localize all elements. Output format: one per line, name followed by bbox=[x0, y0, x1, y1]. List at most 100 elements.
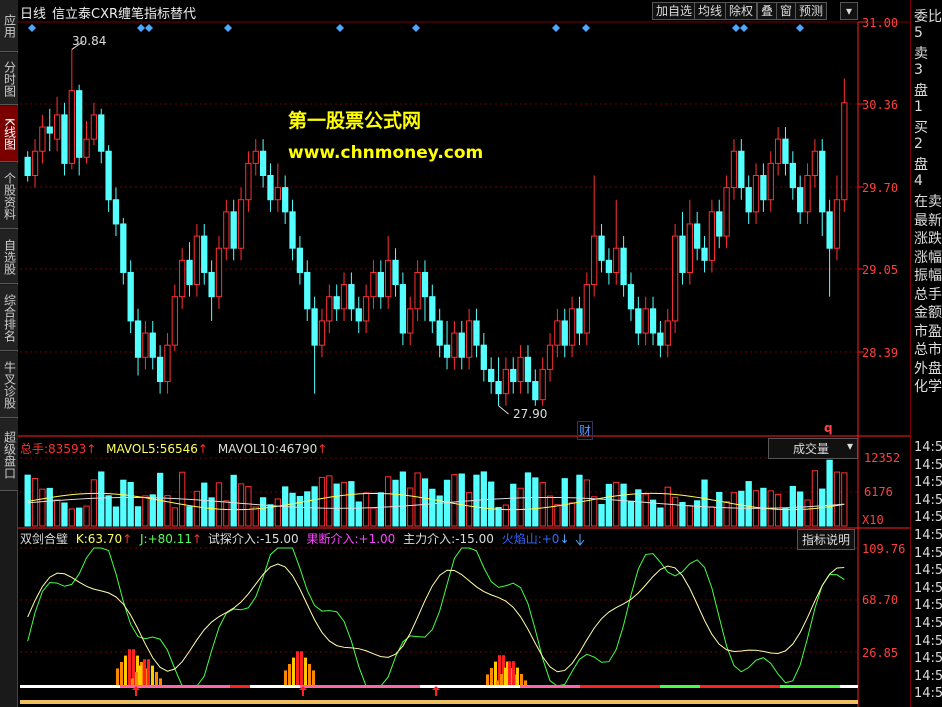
candlestick-series bbox=[24, 40, 848, 415]
quote-field: 外盘 bbox=[914, 360, 942, 377]
candle-body bbox=[414, 271, 421, 310]
chart-canvas[interactable] bbox=[0, 0, 942, 707]
volume-bar bbox=[841, 472, 848, 527]
q-marker[interactable]: q bbox=[824, 421, 833, 435]
quote-field: 涨跌 bbox=[914, 231, 942, 247]
financial-event-marker[interactable]: 财 bbox=[577, 421, 594, 440]
candle-body bbox=[105, 150, 112, 201]
candle-body bbox=[112, 199, 120, 225]
signal-band bbox=[250, 685, 300, 688]
candle-body bbox=[304, 271, 311, 310]
volume-bar bbox=[90, 479, 98, 527]
flame-bar bbox=[508, 661, 511, 686]
indicator-name: 双剑合璧 bbox=[20, 532, 69, 546]
candle-body bbox=[215, 247, 223, 298]
candle-body bbox=[61, 114, 68, 164]
volume-bar bbox=[502, 504, 510, 527]
candle-body bbox=[642, 308, 649, 334]
quote-field: 卖 bbox=[914, 46, 928, 62]
volume-unit: X10 bbox=[862, 513, 884, 527]
candle-body bbox=[385, 259, 392, 298]
candle-body bbox=[237, 199, 245, 249]
tick-time: 14:5 bbox=[914, 545, 942, 561]
candle-body bbox=[804, 174, 811, 213]
volume-bar bbox=[53, 499, 61, 527]
quote-field: 委比 bbox=[914, 9, 942, 25]
candle-body bbox=[24, 156, 31, 176]
flame-bar bbox=[143, 659, 146, 686]
j-label: J: bbox=[140, 532, 148, 546]
volume-bar bbox=[671, 496, 679, 527]
volume-bar bbox=[591, 496, 598, 527]
volume-bar bbox=[46, 487, 53, 527]
candle-body bbox=[657, 332, 664, 346]
volume-bar bbox=[451, 474, 458, 527]
volume-indicator-select[interactable]: 成交量 ▾ bbox=[768, 438, 858, 459]
volume-bar bbox=[458, 473, 465, 527]
candle-body bbox=[370, 271, 377, 298]
candle-body bbox=[620, 247, 627, 286]
candle-body bbox=[605, 259, 613, 273]
candle-body bbox=[458, 332, 465, 358]
price-tick: 29.05 bbox=[862, 263, 899, 277]
quote-field: 涨幅 bbox=[914, 249, 942, 266]
candle-body bbox=[532, 381, 539, 401]
flame-value: +0 bbox=[541, 532, 560, 546]
candle-body bbox=[686, 223, 693, 273]
candle-body bbox=[267, 174, 274, 201]
volume-bar bbox=[701, 479, 708, 527]
candle-body bbox=[635, 308, 642, 334]
volume-bar bbox=[230, 474, 237, 527]
candle-body bbox=[502, 368, 510, 395]
volume-bar bbox=[245, 486, 252, 527]
candle-body bbox=[208, 271, 215, 298]
volume-bar bbox=[385, 476, 392, 527]
volume-bar bbox=[274, 498, 281, 527]
tick-time: 14:5 bbox=[914, 598, 942, 614]
signal-diamond bbox=[582, 24, 590, 32]
candle-body bbox=[708, 211, 716, 261]
volume-bar bbox=[429, 488, 436, 527]
quote-field: 金额 bbox=[914, 305, 942, 321]
candle-body bbox=[223, 211, 230, 249]
price-tick: 31.00 bbox=[862, 16, 899, 30]
signal-band bbox=[300, 685, 420, 688]
quote-field: 在卖 bbox=[914, 194, 942, 210]
volume-bar bbox=[414, 472, 421, 527]
candle-body bbox=[495, 381, 502, 395]
volume-bar bbox=[377, 492, 384, 527]
candle-body bbox=[583, 284, 590, 334]
quote-field: 总市 bbox=[914, 342, 942, 358]
candle-body bbox=[245, 162, 252, 201]
volume-bar bbox=[215, 482, 223, 527]
volume-bar bbox=[171, 507, 178, 527]
candle-body bbox=[576, 308, 583, 334]
volume-bar bbox=[142, 495, 149, 527]
volume-bar bbox=[340, 481, 348, 527]
price-tick: 30.36 bbox=[862, 98, 899, 112]
flame-bar bbox=[504, 667, 507, 686]
decisive-entry-value: +1.00 bbox=[358, 532, 396, 546]
decisive-entry-label: 果断介入: bbox=[306, 532, 359, 546]
up-arrow-icon: ↑ bbox=[317, 442, 328, 456]
k-line bbox=[27, 563, 845, 673]
candle-body bbox=[259, 150, 267, 176]
quote-field: 2 bbox=[914, 135, 923, 152]
signal-band bbox=[520, 685, 580, 688]
volume-bar bbox=[24, 474, 31, 527]
volume-bar bbox=[627, 500, 635, 527]
up-arrow-icon: ↑ bbox=[86, 442, 97, 456]
flame-bar bbox=[124, 655, 127, 686]
candle-body bbox=[377, 271, 384, 298]
candle-body bbox=[568, 308, 576, 346]
flame-bar bbox=[292, 657, 295, 686]
volume-bar bbox=[39, 488, 46, 527]
candle-body bbox=[333, 296, 340, 310]
volume-bar bbox=[760, 487, 767, 527]
candle-body bbox=[473, 320, 480, 346]
indicator-help-button[interactable]: 指标说明 bbox=[797, 529, 856, 550]
indicator-tick: 68.70 bbox=[862, 593, 899, 607]
volume-bar bbox=[613, 481, 620, 527]
candle-body bbox=[598, 235, 605, 261]
tick-time: 14:5 bbox=[914, 686, 942, 702]
